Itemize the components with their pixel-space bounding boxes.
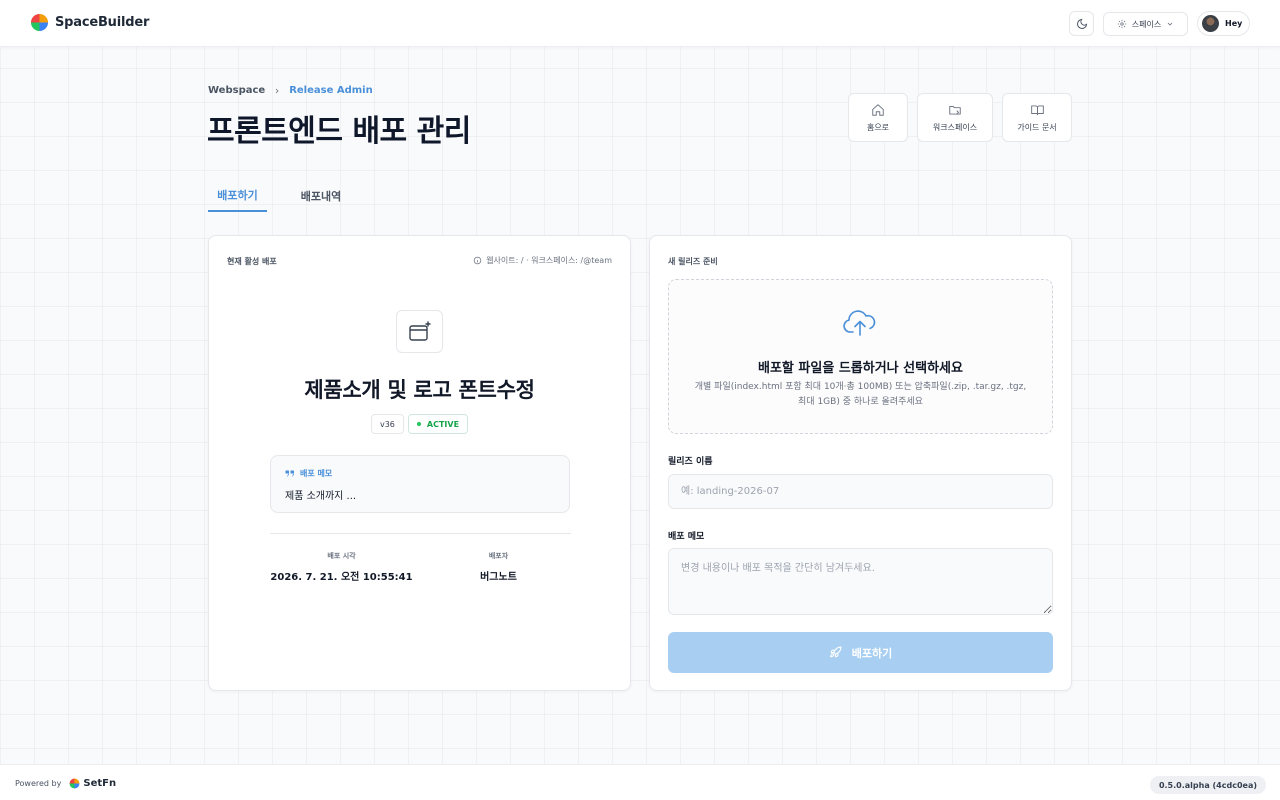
release-title: 제품소개 및 로고 폰트수정 [304,378,535,402]
deploy-time-value: 2026. 7. 21. 오전 10:55:41 [270,572,413,583]
folder-icon [949,105,961,115]
deploy-memo-label: 배포 메모 [668,532,705,542]
memo-text: 제품 소개까지 ... [285,491,357,502]
current-release-label: 현재 활성 배포 [227,257,277,266]
deployer-stat: 배포자 버그노트 [426,551,571,583]
dropzone-title: 배포할 파일을 드롭하거나 선택하세요 [758,361,963,376]
page-title: 프론트엔드 배포 관리 [207,114,471,149]
divider [270,533,571,534]
memo-heading: 배포 메모 [285,468,332,479]
deploy-time-stat: 배포 시각 2026. 7. 21. 오전 10:55:41 [269,551,414,583]
deployer-label: 배포자 [488,552,509,560]
dropzone-description: 개별 파일(index.html 포함 최대 10개·총 100MB) 또는 압… [694,382,1027,407]
guide-link-label: 가이드 문서 [1017,122,1057,132]
user-menu-button[interactable]: Hey [1197,11,1250,36]
theme-toggle-button[interactable] [1069,11,1094,36]
brand-logo[interactable]: SpaceBuilder [30,13,149,32]
status-badge-text: ACTIVE [426,419,460,429]
release-name-input[interactable] [668,474,1053,509]
memo-box: 배포 메모 제품 소개까지 ... [270,455,570,513]
vendor-name: SetFn [83,778,117,789]
guide-link-button[interactable]: 가이드 문서 [1002,93,1072,142]
space-icon [1117,19,1126,29]
release-badges: v36 ACTIVE [209,414,630,434]
quote-icon [285,470,294,476]
release-icon-box [396,310,443,353]
release-name-label: 릴리즈 이름 [668,457,713,467]
brand-name: SpaceBuilder [55,15,150,30]
version-badge: v36 [370,414,404,434]
book-icon [1030,104,1044,115]
cloud-upload-icon [843,310,876,336]
breadcrumb-item-webspace[interactable]: Webspace [208,85,265,96]
chevron-down-icon [1167,22,1173,26]
new-release-card: 새 릴리즈 준비 배포할 파일을 드롭하거나 선택하세요 개별 파일(index… [649,235,1072,691]
release-meta: 웹사이트: / · 워크스페이스: /@team [473,255,612,266]
moon-icon [1076,18,1087,29]
home-link-label: 홈으로 [866,122,890,132]
deploy-button[interactable]: 배포하기 [668,632,1053,673]
tab-bar: 배포하기 배포내역 [208,180,375,212]
footer: Powered by SetFn 0.5.0.alpha (4cdc0ea) [0,764,1280,800]
browser-window-icon [408,320,431,341]
breadcrumb: Webspace Release Admin [208,85,373,96]
deployer-value: 버그노트 [480,572,517,583]
tab-deploy[interactable]: 배포하기 [208,180,267,212]
workspace-link-button[interactable]: 워크스페이스 [917,93,993,142]
file-dropzone[interactable]: 배포할 파일을 드롭하거나 선택하세요 개별 파일(index.html 포함 … [668,279,1053,434]
powered-by-label: Powered by [15,779,62,788]
powered-by: Powered by SetFn [15,778,116,789]
workspace-link-label: 워크스페이스 [932,122,978,132]
memo-label: 배포 메모 [300,469,333,478]
release-meta-text: 웹사이트: / · 워크스페이스: /@team [486,256,612,265]
status-dot [416,422,421,426]
deploy-button-label: 배포하기 [851,646,893,660]
tab-history[interactable]: 배포내역 [267,180,375,212]
breadcrumb-item-release-admin[interactable]: Release Admin [289,85,373,96]
deploy-memo-textarea[interactable] [668,548,1053,615]
current-release-card: 현재 활성 배포 웹사이트: / · 워크스페이스: /@team 제품소개 및… [208,235,631,691]
user-name: Hey [1225,19,1243,28]
chevron-right-icon [275,88,279,93]
avatar [1202,15,1219,32]
info-icon [473,256,482,265]
home-icon [872,103,884,116]
top-bar: SpaceBuilder 스페이스 Hey [0,0,1280,47]
quick-links: 홈으로 워크스페이스 가이드 문서 [848,93,1072,142]
deploy-time-label: 배포 시각 [327,552,356,560]
new-release-label: 새 릴리즈 준비 [668,257,718,266]
home-link-button[interactable]: 홈으로 [848,93,908,142]
space-select[interactable]: 스페이스 [1103,12,1188,36]
space-select-label: 스페이스 [1131,19,1162,29]
version-pill: 0.5.0.alpha (4cdc0ea) [1149,776,1266,794]
vendor-logo[interactable]: SetFn [69,778,116,789]
rocket-icon [829,646,842,658]
status-badge: ACTIVE [407,414,469,434]
spacebuilder-logo-icon [30,13,49,32]
setfn-logo-icon [69,778,80,789]
